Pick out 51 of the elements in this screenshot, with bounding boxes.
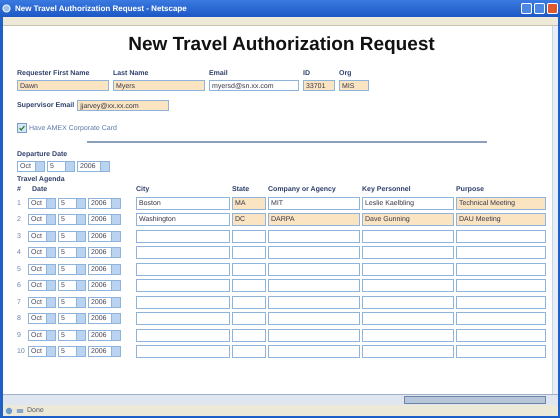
input-field[interactable] <box>456 230 546 242</box>
input-field[interactable] <box>362 312 454 325</box>
minimize-button[interactable] <box>521 3 532 14</box>
horizontal-scrollbar[interactable] <box>3 394 558 405</box>
input-field[interactable] <box>136 312 230 325</box>
input-field[interactable] <box>232 345 266 358</box>
input-field[interactable] <box>136 246 230 259</box>
window-title: New Travel Authorization Request - Netscape <box>15 4 187 13</box>
close-button[interactable] <box>547 3 558 14</box>
input-field[interactable] <box>136 262 230 276</box>
input-field[interactable] <box>136 345 230 358</box>
input-field[interactable] <box>362 296 454 308</box>
vertical-scrollbar[interactable] <box>552 26 558 394</box>
input-field[interactable] <box>456 328 546 342</box>
input-field[interactable] <box>362 262 454 276</box>
input-field[interactable] <box>232 246 266 259</box>
page-heading: New Travel Authorization Request <box>127 34 436 56</box>
input-field[interactable] <box>456 345 546 358</box>
input-field[interactable] <box>268 230 360 242</box>
checkbox[interactable] <box>17 123 27 133</box>
browser-icon <box>2 4 11 13</box>
input-field[interactable] <box>268 262 360 276</box>
input-field[interactable] <box>232 296 266 308</box>
input-field[interactable] <box>456 246 546 259</box>
input-field[interactable] <box>268 328 360 342</box>
input-field[interactable] <box>362 345 454 358</box>
input-field[interactable] <box>232 328 266 342</box>
input-field[interactable] <box>456 279 546 292</box>
globe-icon <box>5 406 13 414</box>
input-field[interactable] <box>232 312 266 325</box>
scrollbar-thumb[interactable] <box>404 396 546 404</box>
input-field[interactable] <box>136 328 230 342</box>
input-field[interactable] <box>268 345 360 358</box>
input-field[interactable] <box>232 230 266 242</box>
input-field[interactable] <box>136 279 230 292</box>
input-field[interactable] <box>232 262 266 276</box>
input-field[interactable] <box>456 312 546 325</box>
input-field[interactable] <box>362 279 454 292</box>
input-field[interactable] <box>362 246 454 259</box>
input-field[interactable] <box>232 279 266 292</box>
input-field[interactable] <box>362 328 454 342</box>
input-field[interactable] <box>268 279 360 292</box>
input-field[interactable] <box>268 246 360 259</box>
input-field[interactable] <box>362 230 454 242</box>
input-field[interactable] <box>456 262 546 276</box>
input-field[interactable] <box>456 296 546 308</box>
input-field[interactable] <box>136 296 230 308</box>
input-field[interactable] <box>268 312 360 325</box>
input-field[interactable] <box>268 296 360 308</box>
input-field[interactable] <box>136 230 230 242</box>
maximize-button[interactable] <box>534 3 545 14</box>
